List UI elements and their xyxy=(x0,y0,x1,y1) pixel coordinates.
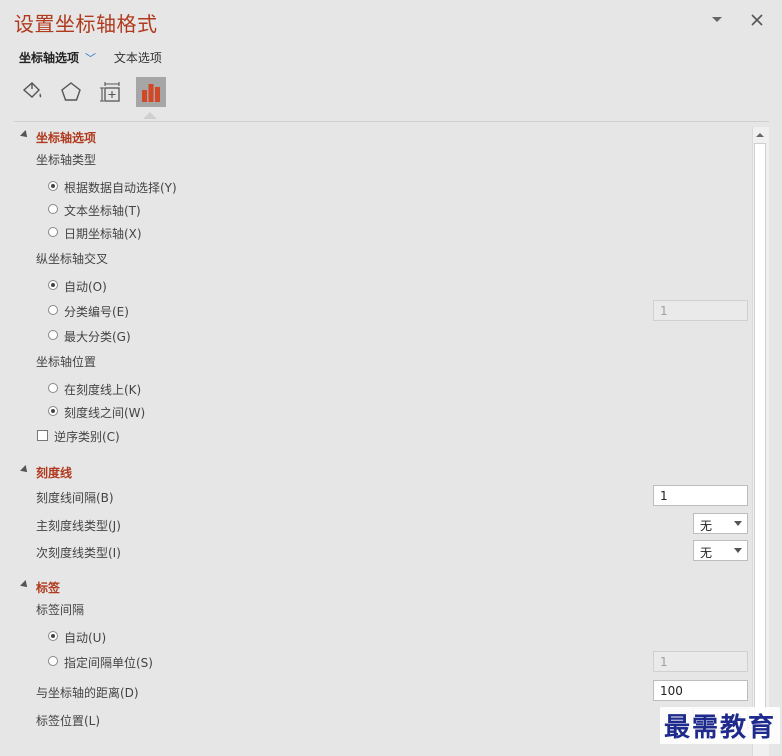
radio-auto-select[interactable] xyxy=(48,181,58,191)
collapse-triangle-icon[interactable] xyxy=(20,130,30,140)
size-properties-icon[interactable] xyxy=(96,77,126,107)
radio-date-axis-label[interactable]: 日期坐标轴(X) xyxy=(64,225,142,242)
scroll-up-icon[interactable] xyxy=(754,129,766,141)
select-value: 无 xyxy=(700,546,713,560)
reverse-order-label[interactable]: 逆序类别(C) xyxy=(54,428,120,445)
chevron-down-icon[interactable] xyxy=(711,14,723,30)
reverse-order-checkbox[interactable] xyxy=(37,430,48,441)
section-heading: 标签 xyxy=(36,581,61,595)
tick-interval-label: 刻度线间隔(B) xyxy=(36,491,114,505)
label-distance-field[interactable]: 100 xyxy=(653,680,748,701)
label-interval-label: 标签间隔 xyxy=(36,603,85,617)
minor-tick-type-select[interactable]: 无 xyxy=(693,540,748,561)
radio-auto-select-label[interactable]: 根据数据自动选择(Y) xyxy=(64,179,177,196)
radio-label-auto-label[interactable]: 自动(U) xyxy=(64,629,106,646)
chevron-down-icon xyxy=(734,521,742,526)
minor-tick-type-label: 次刻度线类型(I) xyxy=(36,546,121,560)
radio-category-number[interactable] xyxy=(48,305,58,315)
section-heading: 刻度线 xyxy=(36,466,73,480)
section-tick-marks[interactable]: 刻度线 xyxy=(20,464,73,481)
section-labels[interactable]: 标签 xyxy=(20,579,61,596)
radio-category-number-label[interactable]: 分类编号(E) xyxy=(64,303,129,320)
tab-axis-options[interactable]: 坐标轴选项 xyxy=(19,51,79,65)
collapse-triangle-icon[interactable] xyxy=(20,465,30,475)
label-distance-label: 与坐标轴的距离(D) xyxy=(36,686,139,700)
vertical-cross-label: 纵坐标轴交叉 xyxy=(36,252,109,266)
close-icon[interactable] xyxy=(751,14,763,30)
radio-interval-unit-label[interactable]: 指定间隔单位(S) xyxy=(64,654,153,671)
radio-cross-auto[interactable] xyxy=(48,280,58,290)
scrollbar-thumb[interactable] xyxy=(754,143,766,733)
radio-between-tick-marks-label[interactable]: 刻度线之间(W) xyxy=(64,404,145,421)
radio-between-tick-marks[interactable] xyxy=(48,406,58,416)
fill-line-icon[interactable] xyxy=(17,77,47,107)
radio-text-axis-label[interactable]: 文本坐标轴(T) xyxy=(64,202,141,219)
radio-label-auto[interactable] xyxy=(48,631,58,641)
effects-icon[interactable] xyxy=(56,77,86,107)
chevron-down-icon xyxy=(734,548,742,553)
chevron-down-icon[interactable]: ﹀ xyxy=(85,52,96,65)
radio-on-tick-marks-label[interactable]: 在刻度线上(K) xyxy=(64,381,141,398)
select-value: 无 xyxy=(700,519,713,533)
axis-options-icon[interactable] xyxy=(136,77,166,107)
radio-max-category[interactable] xyxy=(48,330,58,340)
radio-text-axis[interactable] xyxy=(48,204,58,214)
active-tab-pointer xyxy=(143,112,157,119)
label-position-label: 标签位置(L) xyxy=(36,714,101,728)
section-heading: 坐标轴选项 xyxy=(36,131,97,145)
pane-title: 设置坐标轴格式 xyxy=(14,12,158,36)
collapse-triangle-icon[interactable] xyxy=(20,580,30,590)
axis-position-label: 坐标轴位置 xyxy=(36,355,97,369)
interval-unit-field[interactable]: 1 xyxy=(653,651,748,672)
option-tabs: 坐标轴选项 ﹀ 文本选项 xyxy=(19,49,162,66)
radio-cross-auto-label[interactable]: 自动(O) xyxy=(64,278,107,295)
category-number-field[interactable]: 1 xyxy=(653,300,748,321)
radio-on-tick-marks[interactable] xyxy=(48,383,58,393)
tab-text-options[interactable]: 文本选项 xyxy=(114,51,162,65)
radio-max-category-label[interactable]: 最大分类(G) xyxy=(64,328,131,345)
radio-interval-unit[interactable] xyxy=(48,656,58,666)
major-tick-type-select[interactable]: 无 xyxy=(693,513,748,534)
section-axis-options[interactable]: 坐标轴选项 xyxy=(20,129,97,146)
divider xyxy=(14,121,769,122)
axis-type-label: 坐标轴类型 xyxy=(36,153,97,167)
tick-interval-field[interactable]: 1 xyxy=(653,485,748,506)
major-tick-type-label: 主刻度线类型(J) xyxy=(36,519,121,533)
watermark: 最需教育 xyxy=(660,707,781,744)
radio-date-axis[interactable] xyxy=(48,227,58,237)
